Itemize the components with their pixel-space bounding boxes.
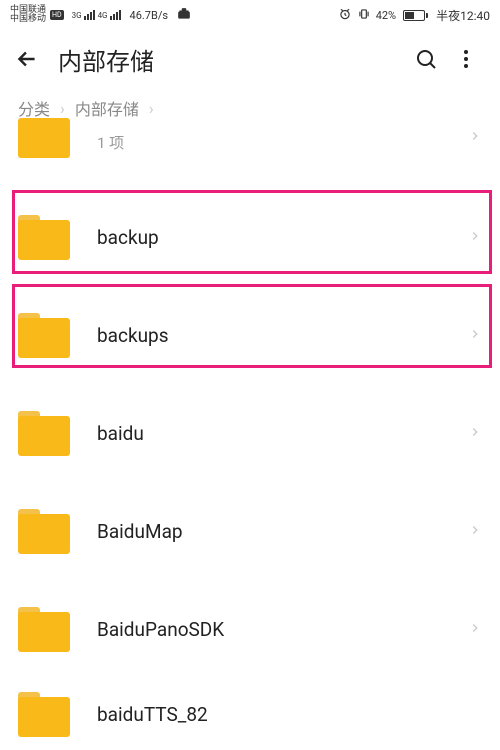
battery-icon	[401, 10, 428, 21]
chevron-right-icon	[468, 424, 482, 443]
briefcase-icon	[177, 7, 191, 24]
list-item[interactable]: baidu	[0, 384, 500, 482]
app-header: 内部存储	[0, 30, 500, 88]
net-speed: 46.7B/s	[130, 9, 169, 22]
folder-icon	[18, 607, 73, 652]
search-button[interactable]	[406, 47, 446, 71]
more-vertical-icon	[454, 47, 478, 71]
list-item[interactable]: BaiduPanoSDK	[0, 580, 500, 678]
item-subtitle: 1 项	[97, 132, 468, 153]
item-name: backups	[97, 324, 468, 347]
more-button[interactable]	[446, 47, 486, 71]
chevron-right-icon	[468, 522, 482, 541]
chevron-right-icon	[468, 128, 482, 147]
list-item[interactable]: backup	[0, 188, 500, 286]
status-right: 42% 半夜12:40	[338, 7, 490, 24]
arrow-left-icon	[14, 46, 40, 72]
chevron-right-icon: ›	[149, 99, 154, 118]
clock-text: 半夜12:40	[436, 7, 490, 24]
list-item[interactable]: 1 项	[0, 128, 500, 188]
breadcrumb-item[interactable]: 内部存储	[75, 96, 139, 120]
search-icon	[414, 47, 438, 71]
chevron-right-icon	[468, 326, 482, 345]
carrier-2: 中国移动	[10, 15, 46, 24]
status-left: 中国联通 中国移动 HD 3G 4G 46.7B/s	[10, 6, 191, 24]
item-name: baidu	[97, 422, 468, 445]
status-bar: 中国联通 中国移动 HD 3G 4G 46.7B/s 42% 半夜12:40	[0, 0, 500, 30]
folder-icon	[18, 123, 73, 158]
breadcrumb-item[interactable]: 分类	[18, 96, 50, 120]
folder-icon	[18, 692, 73, 737]
page-title: 内部存储	[58, 42, 406, 77]
list-item[interactable]: BaiduMap	[0, 482, 500, 580]
vibrate-icon	[357, 7, 371, 24]
net-2: 4G	[98, 11, 108, 20]
breadcrumb: 分类 › 内部存储 ›	[0, 88, 500, 128]
signal-bars-icon	[84, 10, 95, 20]
item-name: baiduTTS_82	[97, 703, 482, 726]
battery-percent: 42%	[376, 9, 396, 22]
carrier-labels: 中国联通 中国移动	[10, 6, 46, 24]
folder-icon	[18, 215, 73, 260]
item-name: BaiduPanoSDK	[97, 618, 468, 641]
folder-icon	[18, 313, 73, 358]
list-item[interactable]: backups	[0, 286, 500, 384]
hd-badge-icon: HD	[50, 10, 64, 20]
folder-list: 1 项 backup backups baidu BaiduMap BaiduP…	[0, 128, 500, 750]
folder-icon	[18, 411, 73, 456]
back-button[interactable]	[14, 46, 44, 72]
chevron-right-icon	[468, 620, 482, 639]
net-1: 3G	[72, 11, 82, 20]
chevron-right-icon: ›	[60, 99, 65, 118]
list-item[interactable]: baiduTTS_82	[0, 678, 500, 750]
chevron-right-icon	[468, 228, 482, 247]
item-name: BaiduMap	[97, 520, 468, 543]
folder-icon	[18, 509, 73, 554]
signal-group: 3G 4G	[71, 10, 121, 20]
signal-bars-icon	[110, 10, 121, 20]
item-name: backup	[97, 226, 468, 249]
alarm-icon	[338, 7, 352, 24]
